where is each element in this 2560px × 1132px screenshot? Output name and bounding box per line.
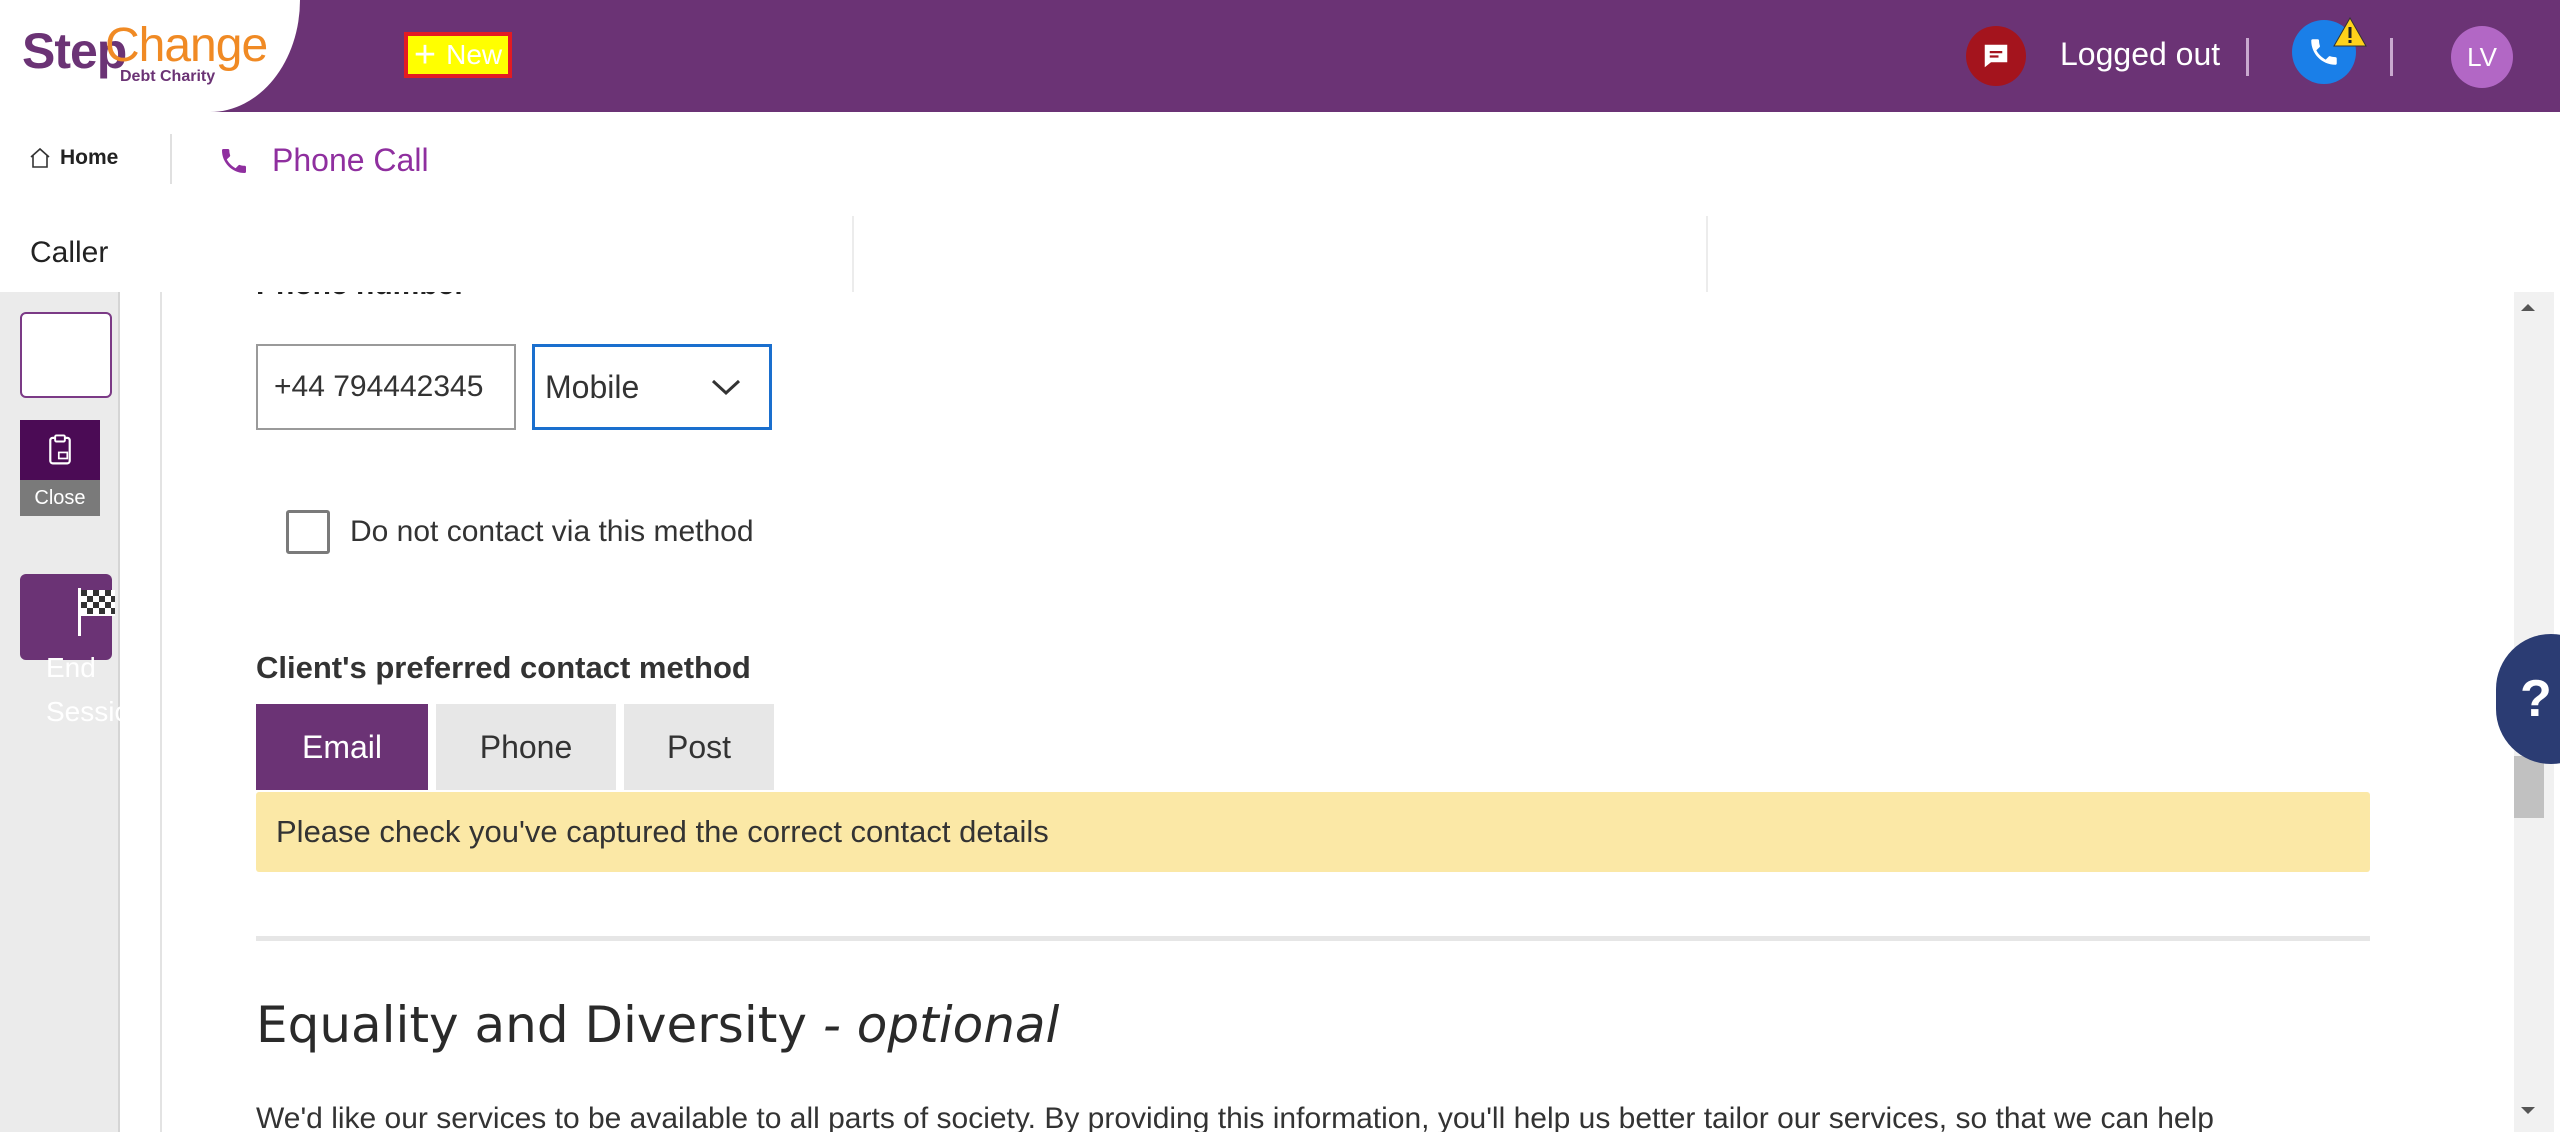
preferred-contact-email[interactable]: Email bbox=[256, 704, 428, 790]
equality-section-title: Equality and Diversity - optional bbox=[256, 996, 1059, 1054]
preferred-contact-label: Client's preferred contact method bbox=[256, 650, 751, 685]
chevron-down-icon bbox=[711, 379, 741, 396]
finish-flag-icon bbox=[78, 588, 115, 636]
do-not-contact-label: Do not contact via this method bbox=[350, 515, 754, 548]
home-label: Home bbox=[60, 146, 119, 169]
clipboard-button[interactable] bbox=[20, 420, 100, 480]
nav-divider bbox=[170, 134, 172, 184]
preferred-contact-phone[interactable]: Phone bbox=[436, 704, 616, 790]
scroll-down-arrow-icon[interactable] bbox=[2518, 1104, 2538, 1123]
phone-call-label: Phone Call bbox=[272, 142, 429, 178]
clipboard-icon bbox=[49, 434, 71, 465]
equality-title-optional: - optional bbox=[822, 996, 1060, 1054]
warning-icon bbox=[2332, 16, 2368, 53]
do-not-contact-checkbox[interactable] bbox=[286, 510, 330, 554]
chat-icon[interactable] bbox=[1966, 26, 2026, 86]
equality-title-text: Equality and Diversity bbox=[256, 996, 807, 1054]
header-divider bbox=[2390, 38, 2393, 76]
scroll-up-arrow-icon[interactable] bbox=[2518, 300, 2538, 319]
preferred-contact-post[interactable]: Post bbox=[624, 704, 774, 790]
user-avatar[interactable]: LV bbox=[2451, 26, 2513, 88]
rail-item-blank[interactable] bbox=[20, 312, 112, 398]
section-divider bbox=[256, 936, 2370, 941]
nav-bar: Home Phone Call bbox=[0, 112, 2560, 216]
phone-icon bbox=[222, 148, 246, 173]
logo-subtitle: Debt Charity bbox=[120, 68, 216, 85]
phone-number-input[interactable]: +44 794442345 bbox=[256, 344, 516, 430]
equality-intro-text: We'd like our services to be available t… bbox=[256, 1102, 2214, 1132]
phone-type-value: Mobile bbox=[545, 368, 640, 405]
end-session-label-line1: End bbox=[46, 652, 96, 683]
do-not-contact-option[interactable]: Do not contact via this method bbox=[286, 510, 754, 554]
home-link[interactable]: Home bbox=[28, 146, 118, 170]
left-rail: Close End Session bbox=[0, 292, 120, 1132]
main-content: Phone number +44 794442345 Mobile Do not… bbox=[162, 292, 2470, 1132]
end-session-label: End Session bbox=[46, 646, 120, 734]
stepchange-logo[interactable]: Step Change Debt Charity bbox=[0, 0, 300, 112]
phone-number-label: Phone number bbox=[256, 292, 466, 302]
home-icon bbox=[30, 147, 50, 168]
caller-title: Caller bbox=[30, 236, 109, 269]
logo-change-text: Change bbox=[105, 19, 268, 72]
end-session-label-line2: Session bbox=[46, 696, 120, 727]
new-button[interactable]: + New bbox=[404, 32, 512, 78]
plus-icon: + bbox=[413, 34, 437, 76]
column-divider bbox=[852, 216, 854, 292]
phone-type-select[interactable]: Mobile bbox=[532, 344, 772, 430]
scrollbar-thumb[interactable] bbox=[2514, 756, 2544, 818]
caller-header: Caller bbox=[0, 216, 2560, 292]
close-button[interactable]: Close bbox=[20, 480, 100, 516]
column-divider bbox=[1706, 216, 1708, 292]
new-button-label: New bbox=[446, 39, 503, 70]
tab-phone-call[interactable]: Phone Call bbox=[218, 142, 429, 179]
chat-bubble-icon bbox=[1984, 44, 2008, 68]
presence-status[interactable]: Logged out bbox=[2060, 36, 2220, 73]
top-bar: Step Change Debt Charity + New Logged ou… bbox=[0, 0, 2560, 112]
header-divider bbox=[2246, 38, 2249, 76]
contact-details-notice: Please check you've captured the correct… bbox=[256, 792, 2370, 872]
